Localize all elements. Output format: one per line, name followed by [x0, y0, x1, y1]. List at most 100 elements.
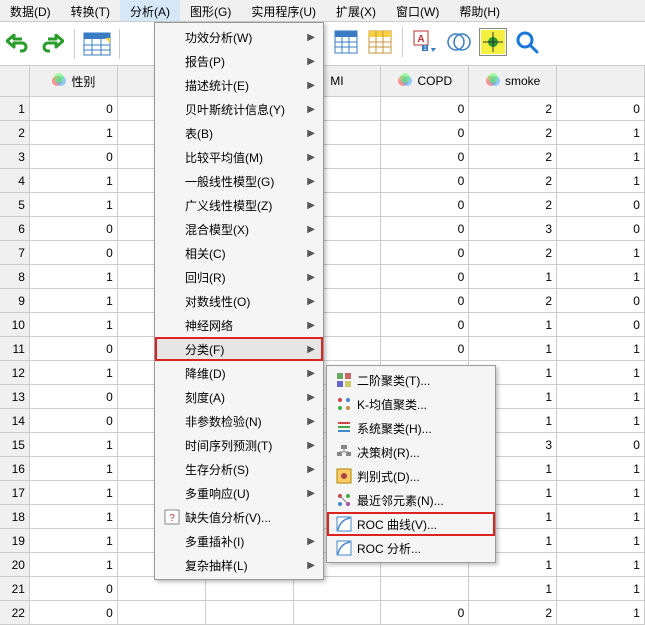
cell[interactable]: 1	[30, 457, 118, 480]
cell[interactable]: 1	[557, 409, 645, 432]
menu-item-15[interactable]: 刻度(A)▶	[155, 385, 323, 409]
cell[interactable]	[118, 577, 206, 600]
menu-4[interactable]: 实用程序(U)	[241, 0, 326, 21]
menu-5[interactable]: 扩展(X)	[326, 0, 386, 21]
submenu-item-5[interactable]: 最近邻元素(N)...	[327, 488, 495, 512]
cell[interactable]: 0	[30, 337, 118, 360]
cell[interactable]: 1	[557, 481, 645, 504]
table-blue-icon[interactable]	[332, 28, 360, 56]
cell[interactable]: 1	[30, 505, 118, 528]
venn-icon[interactable]	[445, 28, 473, 56]
row-header[interactable]: 22	[0, 601, 30, 624]
cell[interactable]	[118, 601, 206, 624]
cell[interactable]: 0	[381, 265, 469, 288]
menu-item-7[interactable]: 广义线性模型(Z)▶	[155, 193, 323, 217]
cell[interactable]: 2	[469, 121, 557, 144]
cell[interactable]: 1	[30, 313, 118, 336]
menu-item-18[interactable]: 生存分析(S)▶	[155, 457, 323, 481]
cell[interactable]: 1	[557, 169, 645, 192]
cell[interactable]: 1	[557, 121, 645, 144]
cell[interactable]: 1	[557, 241, 645, 264]
cell[interactable]: 2	[469, 169, 557, 192]
column-header-COPD[interactable]: COPD	[381, 66, 469, 96]
cell[interactable]	[381, 577, 469, 600]
cell[interactable]	[206, 577, 294, 600]
cell[interactable]	[206, 601, 294, 624]
menu-1[interactable]: 转换(T)	[61, 0, 120, 21]
cell[interactable]: 0	[381, 217, 469, 240]
column-header-smoke[interactable]: smoke	[469, 66, 557, 96]
cell[interactable]: 0	[557, 289, 645, 312]
cell[interactable]: 1	[30, 289, 118, 312]
cell[interactable]: 1	[469, 313, 557, 336]
menu-item-6[interactable]: 一般线性模型(G)▶	[155, 169, 323, 193]
search-icon[interactable]	[513, 28, 541, 56]
row-header[interactable]: 8	[0, 265, 30, 288]
cell[interactable]: 1	[557, 265, 645, 288]
cell[interactable]: 2	[469, 601, 557, 624]
cell[interactable]: 0	[30, 217, 118, 240]
cell[interactable]: 1	[469, 265, 557, 288]
data-grid-icon[interactable]	[83, 30, 111, 58]
cell[interactable]: 1	[557, 529, 645, 552]
column-header-6[interactable]	[557, 66, 645, 96]
cell[interactable]: 1	[557, 361, 645, 384]
cell[interactable]: 1	[557, 577, 645, 600]
cell[interactable]: 1	[469, 577, 557, 600]
row-header[interactable]: 13	[0, 385, 30, 408]
cell[interactable]: 0	[381, 97, 469, 120]
cell[interactable]: 2	[469, 193, 557, 216]
cell[interactable]: 1	[30, 529, 118, 552]
cell[interactable]: 1	[30, 361, 118, 384]
row-header[interactable]: 14	[0, 409, 30, 432]
cell[interactable]: 1	[469, 337, 557, 360]
menu-item-0[interactable]: 功效分析(W)▶	[155, 25, 323, 49]
cell[interactable]: 1	[557, 553, 645, 576]
row-header[interactable]: 6	[0, 217, 30, 240]
cell[interactable]: 0	[381, 169, 469, 192]
menu-item-19[interactable]: 多重响应(U)▶	[155, 481, 323, 505]
cell[interactable]: 1	[30, 553, 118, 576]
cell[interactable]: 0	[557, 97, 645, 120]
cell[interactable]: 0	[30, 601, 118, 624]
cell[interactable]: 1	[557, 337, 645, 360]
cell[interactable]: 1	[557, 601, 645, 624]
cell[interactable]	[294, 601, 382, 624]
row-header[interactable]: 16	[0, 457, 30, 480]
menu-2[interactable]: 分析(A)	[120, 0, 180, 21]
label-icon[interactable]: A1	[411, 28, 439, 56]
menu-item-22[interactable]: 复杂抽样(L)▶	[155, 553, 323, 577]
submenu-item-4[interactable]: 判别式(D)...	[327, 464, 495, 488]
cell[interactable]: 0	[381, 601, 469, 624]
menu-item-17[interactable]: 时间序列预测(T)▶	[155, 433, 323, 457]
menu-item-21[interactable]: 多重插补(I)▶	[155, 529, 323, 553]
undo-icon[interactable]	[4, 30, 32, 58]
cell[interactable]: 0	[381, 121, 469, 144]
column-header-性别[interactable]: 性别	[30, 66, 118, 96]
menu-item-10[interactable]: 回归(R)▶	[155, 265, 323, 289]
row-header[interactable]: 11	[0, 337, 30, 360]
row-header[interactable]: 7	[0, 241, 30, 264]
cell[interactable]: 1	[557, 457, 645, 480]
cell[interactable]: 0	[557, 313, 645, 336]
cell[interactable]: 2	[469, 289, 557, 312]
row-header[interactable]: 15	[0, 433, 30, 456]
menu-item-1[interactable]: 报告(P)▶	[155, 49, 323, 73]
row-header[interactable]: 21	[0, 577, 30, 600]
cell[interactable]: 1	[30, 481, 118, 504]
menu-item-12[interactable]: 神经网络▶	[155, 313, 323, 337]
row-header[interactable]: 9	[0, 289, 30, 312]
row-header[interactable]: 17	[0, 481, 30, 504]
cell[interactable]: 0	[30, 385, 118, 408]
cell[interactable]: 0	[381, 337, 469, 360]
cell[interactable]: 0	[381, 241, 469, 264]
cell[interactable]: 2	[469, 241, 557, 264]
cell[interactable]	[294, 577, 382, 600]
cell[interactable]: 0	[381, 289, 469, 312]
cell[interactable]: 0	[557, 217, 645, 240]
row-header[interactable]: 2	[0, 121, 30, 144]
cell[interactable]: 0	[557, 193, 645, 216]
menu-item-8[interactable]: 混合模型(X)▶	[155, 217, 323, 241]
menu-item-3[interactable]: 贝叶斯统计信息(Y)▶	[155, 97, 323, 121]
row-header[interactable]: 1	[0, 97, 30, 120]
